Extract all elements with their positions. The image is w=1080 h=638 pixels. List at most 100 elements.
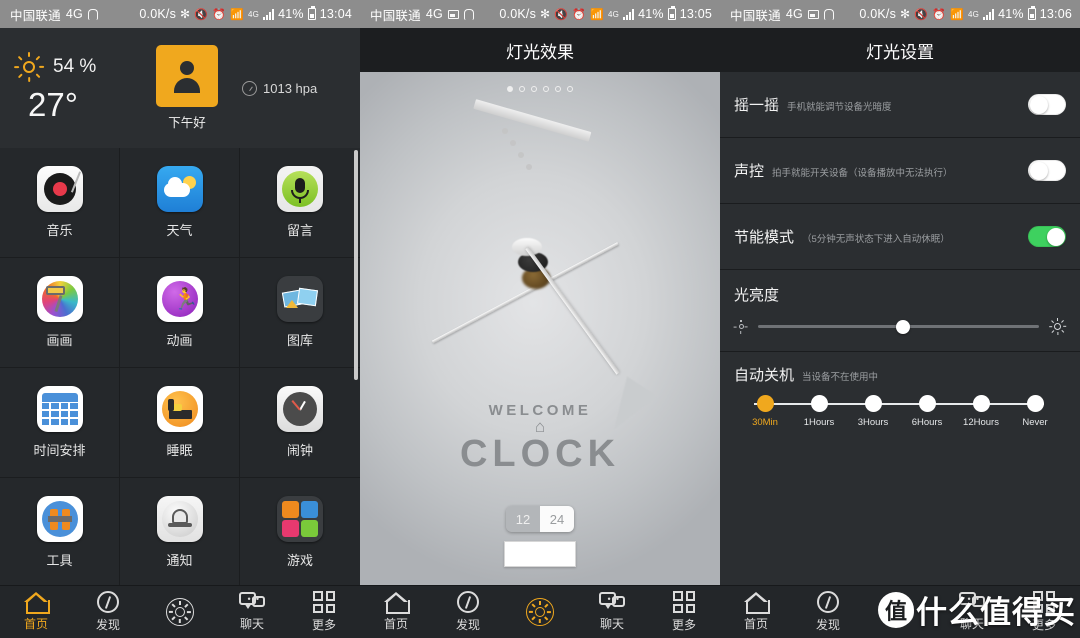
- app-tile-notification[interactable]: 通知: [120, 478, 240, 588]
- auto-off-option-never[interactable]: Never: [1012, 395, 1058, 428]
- chat-bubbles-icon: •••: [959, 592, 985, 612]
- app-tile-animation[interactable]: 🏃 动画: [120, 258, 240, 368]
- page-title: 灯光设置: [720, 28, 1080, 72]
- network-type-label: 4G: [65, 7, 83, 21]
- nav-item-light[interactable]: [148, 598, 212, 626]
- auto-off-option-12hours[interactable]: 12Hours: [958, 395, 1004, 428]
- nav-item-light[interactable]: [868, 598, 932, 626]
- bell-icon: [156, 496, 203, 542]
- text-input[interactable]: [504, 541, 576, 567]
- app-tile-games[interactable]: 游戏: [240, 478, 360, 588]
- gauge-icon: [242, 80, 257, 96]
- sun-icon: [886, 598, 914, 626]
- analog-clock-icon: [277, 386, 323, 432]
- auto-off-option-30min[interactable]: 30Min: [742, 395, 788, 428]
- auto-off-option-3hours[interactable]: 3Hours: [850, 395, 896, 428]
- auto-off-section: 自动关机 当设备不在使用中 30Min 1Hours 3Hours 6Hours…: [720, 352, 1080, 442]
- setting-row-shake[interactable]: 摇一摇 手机就能调节设备光暗度: [720, 72, 1080, 138]
- nav-item-chat[interactable]: ••• 聊天: [940, 592, 1004, 632]
- 4g-icon: 4G: [968, 9, 980, 19]
- avatar[interactable]: [156, 45, 218, 107]
- nav-item-discover[interactable]: 发现: [76, 591, 140, 633]
- carrier-label: 中国联通: [10, 8, 61, 23]
- app-tile-tools[interactable]: 工具: [0, 478, 120, 588]
- bottom-nav-3: 首页 发现 ••• 聊天 更多: [720, 585, 1080, 638]
- running-person-icon: 🏃: [156, 276, 203, 322]
- screen-light-effect: 中国联通 4G 0.0K/s ✻ 🔇 ⏰ 📶 4G 41% 13:05 灯光效果: [360, 0, 720, 638]
- app-tile-sleep[interactable]: 睡眠: [120, 368, 240, 478]
- slider-thumb[interactable]: [895, 319, 910, 334]
- stepper-knob: [810, 395, 828, 412]
- app-label: 画画: [46, 333, 73, 348]
- nav-label: 发现: [455, 618, 480, 632]
- nav-item-chat[interactable]: ••• 聊天: [220, 592, 284, 632]
- nav-item-chat[interactable]: ••• 聊天: [580, 592, 644, 632]
- home-icon: [24, 592, 50, 614]
- nav-label: 发现: [815, 618, 840, 632]
- compass-icon: [457, 591, 479, 613]
- stepper-knob: [1026, 395, 1044, 412]
- page-dot[interactable]: [519, 86, 525, 92]
- status-bar-2: 中国联通 4G 0.0K/s ✻ 🔇 ⏰ 📶 4G 41% 13:05: [360, 0, 720, 28]
- clock-second-hand: [473, 99, 592, 142]
- nav-label: 发现: [95, 618, 120, 632]
- stepper-label: 1Hours: [803, 417, 835, 428]
- stepper-knob: [972, 395, 990, 412]
- nav-item-discover[interactable]: 发现: [796, 591, 860, 633]
- games-grid-icon: [277, 496, 323, 542]
- toggle-eco[interactable]: [1028, 226, 1066, 247]
- app-tile-gallery[interactable]: 图库: [240, 258, 360, 368]
- nav-item-home[interactable]: 首页: [4, 592, 68, 632]
- greeting-label: 下午好: [168, 116, 206, 130]
- app-tile-schedule[interactable]: 时间安排: [0, 368, 120, 478]
- page-dot[interactable]: [507, 86, 513, 92]
- app-tile-weather[interactable]: 天气: [120, 148, 240, 258]
- app-tile-alarm[interactable]: 闹钟: [240, 368, 360, 478]
- app-label: 图库: [286, 333, 313, 348]
- time-format-toggle[interactable]: 12 24: [506, 506, 574, 532]
- vertical-scrollbar[interactable]: [354, 150, 358, 380]
- page-dot[interactable]: [543, 86, 549, 92]
- grid-icon: [673, 591, 695, 613]
- format-option-24[interactable]: 24: [540, 506, 574, 532]
- app-tile-paint[interactable]: 画画: [0, 258, 120, 368]
- wifi-icon: 📶: [230, 8, 245, 21]
- setting-row-voice[interactable]: 声控 拍手就能开关设备（设备播放中无法执行）: [720, 138, 1080, 204]
- microphone-icon: [277, 166, 323, 212]
- nav-item-more[interactable]: 更多: [652, 591, 716, 633]
- setting-row-eco[interactable]: 节能模式 （5分钟无声状态下进入自动休眠）: [720, 204, 1080, 270]
- nav-item-home[interactable]: 首页: [724, 592, 788, 632]
- app-label: 游戏: [286, 553, 313, 568]
- nav-label: 首页: [383, 617, 408, 631]
- stepper-label: 30Min: [752, 417, 778, 428]
- nav-item-discover[interactable]: 发现: [436, 591, 500, 633]
- nav-item-more[interactable]: 更多: [292, 591, 356, 633]
- auto-off-option-1hours[interactable]: 1Hours: [796, 395, 842, 428]
- brightness-title: 光亮度: [734, 287, 780, 304]
- status-bar-1: 中国联通 4G 0.0K/s ✻ 🔇 ⏰ 📶 4G 41% 13:04: [0, 0, 360, 28]
- format-option-12[interactable]: 12: [506, 506, 540, 532]
- page-dot[interactable]: [567, 86, 573, 92]
- auto-off-stepper[interactable]: 30Min 1Hours 3Hours 6Hours 12Hours Never: [734, 395, 1066, 428]
- nav-item-home[interactable]: 首页: [364, 592, 428, 632]
- nav-item-more[interactable]: 更多: [1012, 591, 1076, 633]
- toggle-shake[interactable]: [1028, 94, 1066, 115]
- stepper-knob: [918, 395, 936, 412]
- brightness-slider[interactable]: [758, 319, 1039, 334]
- logo-bottom-text: CLOCK: [459, 433, 621, 475]
- profile-button[interactable]: 下午好: [156, 45, 218, 131]
- toggle-voice[interactable]: [1028, 160, 1066, 181]
- app-tile-message[interactable]: 留言: [240, 148, 360, 258]
- page-dot[interactable]: [555, 86, 561, 92]
- carrier-label: 中国联通: [730, 8, 781, 23]
- setting-title: 节能模式: [734, 229, 795, 246]
- setting-subtitle: （5分钟无声状态下进入自动休眠）: [802, 234, 950, 245]
- screen-light-settings: 中国联通 4G 0.0K/s ✻ 🔇 ⏰ 📶 4G 41% 13:06 灯光设置: [720, 0, 1080, 638]
- nav-item-light[interactable]: [508, 598, 572, 626]
- auto-off-subtitle: 当设备不在使用中: [802, 372, 879, 383]
- mute-icon: 🔇: [914, 8, 929, 21]
- page-dot[interactable]: [531, 86, 537, 92]
- auto-off-option-6hours[interactable]: 6Hours: [904, 395, 950, 428]
- battery-icon: [307, 6, 316, 20]
- app-tile-music[interactable]: 音乐: [0, 148, 120, 258]
